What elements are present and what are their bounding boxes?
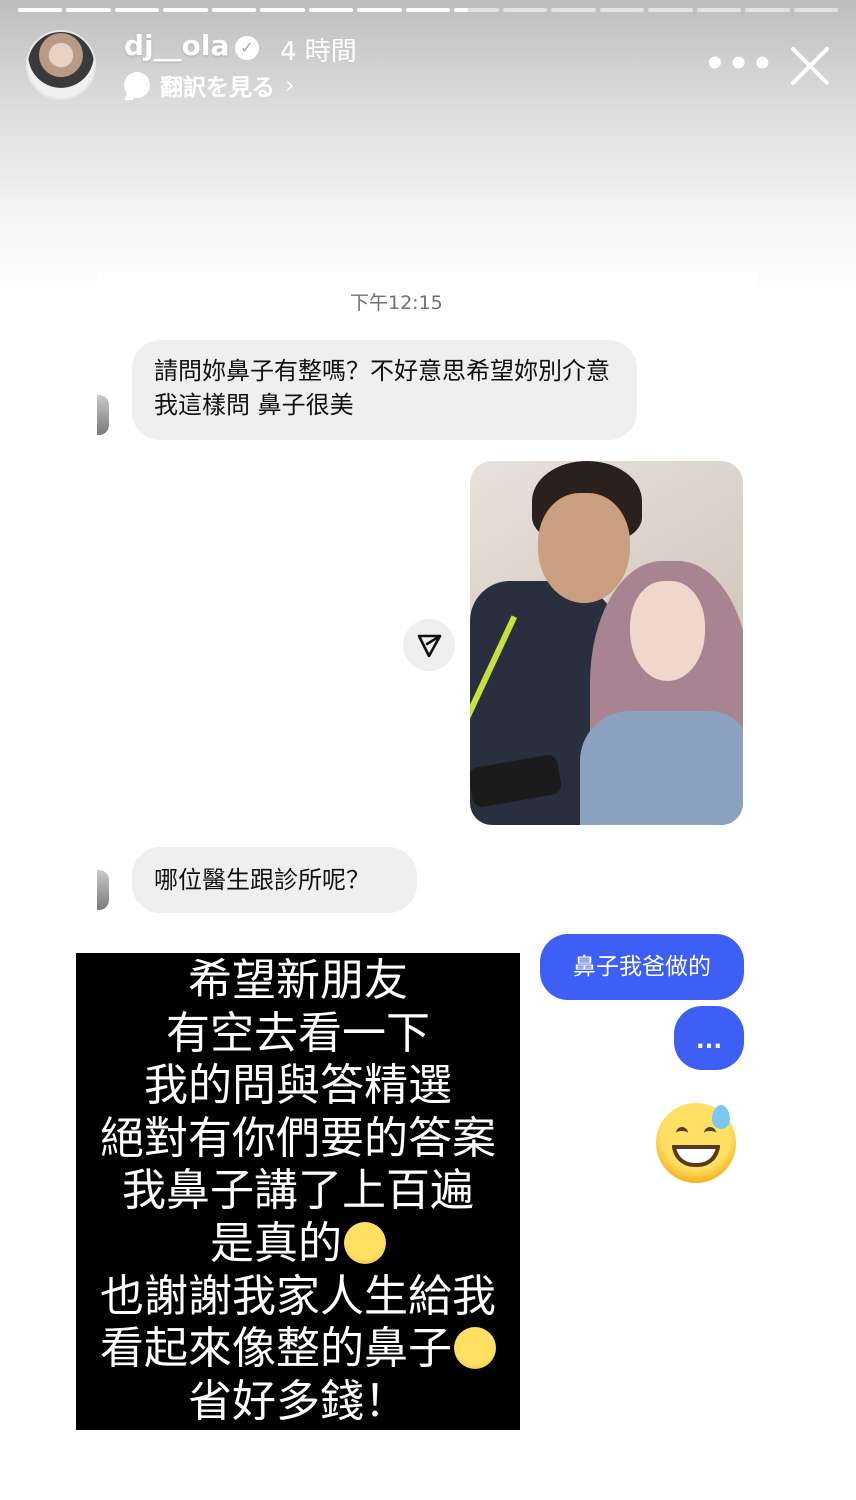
caption-text: 看起來像整的鼻子 xyxy=(100,1323,452,1375)
progress-segment-current xyxy=(454,8,499,12)
incoming-message: 請問妳鼻子有整嗎？不好意思希望妳別介意我這樣問 鼻子很美 xyxy=(132,340,637,440)
progress-segment xyxy=(745,8,790,12)
progress-segment xyxy=(599,8,645,12)
rofl-emoji-icon xyxy=(454,1327,496,1370)
translate-link[interactable]: 翻訳を見る › xyxy=(124,68,295,102)
caption-line: 也謝謝我家人生給我 xyxy=(100,1270,496,1322)
caption-overlay: 希望新朋友 有空去看一下 我的問與答精選 絕對有你們要的答案 我鼻子講了上百遍 … xyxy=(76,953,520,1430)
incoming-message: 哪位醫生跟診所呢？ xyxy=(132,847,417,913)
outgoing-message: 鼻子我爸做的 xyxy=(540,934,744,1000)
photo-woman-body xyxy=(580,711,743,825)
story-progress-bar xyxy=(18,8,838,12)
sweat-smile-emoji-icon xyxy=(656,1103,736,1183)
shared-photo[interactable] xyxy=(470,461,743,825)
caption-text: 是真的 xyxy=(210,1217,342,1269)
progress-segment xyxy=(308,8,354,12)
chat-timestamp: 下午12:15 xyxy=(350,292,443,314)
emoji-eye xyxy=(676,1127,688,1139)
sender-avatar xyxy=(97,395,109,435)
relieved-face-emoji-icon xyxy=(344,1221,386,1264)
progress-segment xyxy=(502,8,548,12)
progress-segment xyxy=(405,8,451,12)
progress-segment xyxy=(648,8,693,12)
progress-segment xyxy=(18,8,63,12)
caption-line: 我鼻子講了上百遍 xyxy=(122,1165,474,1217)
send-icon xyxy=(417,634,442,658)
progress-segment xyxy=(260,8,305,12)
caption-line: 絕對有你們要的答案 xyxy=(100,1112,496,1164)
caption-line-with-emoji: 是真的 xyxy=(76,1218,520,1271)
photo-woman-face xyxy=(630,581,705,681)
emoji-sweat xyxy=(712,1105,730,1129)
caption-line: 有空去看一下 xyxy=(166,1007,430,1059)
progress-segment xyxy=(357,8,402,12)
share-button[interactable] xyxy=(403,619,455,671)
verified-badge-icon: ✓ xyxy=(235,36,259,60)
chevron-right-icon: › xyxy=(285,71,295,99)
progress-segment xyxy=(163,8,208,12)
emoji-eye xyxy=(704,1127,716,1139)
progress-segment xyxy=(793,8,838,12)
caption-line: 省好多錢！ xyxy=(188,1375,408,1427)
speech-bubble-icon xyxy=(124,72,150,98)
progress-segment xyxy=(66,8,111,12)
caption-line: 希望新朋友 xyxy=(188,955,408,1006)
close-icon[interactable] xyxy=(786,42,834,90)
caption-line: 我的問與答精選 xyxy=(144,1060,452,1112)
more-options-icon[interactable]: ••• xyxy=(704,44,775,84)
translate-label: 翻訳を見る xyxy=(160,75,275,101)
outgoing-message: ... xyxy=(674,1006,744,1070)
progress-segment xyxy=(211,8,257,12)
progress-segment xyxy=(696,8,742,12)
emoji-mouth xyxy=(672,1145,720,1167)
progress-segment xyxy=(114,8,160,12)
sender-avatar xyxy=(97,870,109,910)
post-time: 4 時間 xyxy=(280,37,357,67)
username[interactable]: dj__ola xyxy=(124,29,229,62)
profile-avatar[interactable] xyxy=(26,30,96,100)
progress-segment xyxy=(551,8,596,12)
caption-line-with-emoji: 看起來像整的鼻子 xyxy=(76,1323,520,1376)
